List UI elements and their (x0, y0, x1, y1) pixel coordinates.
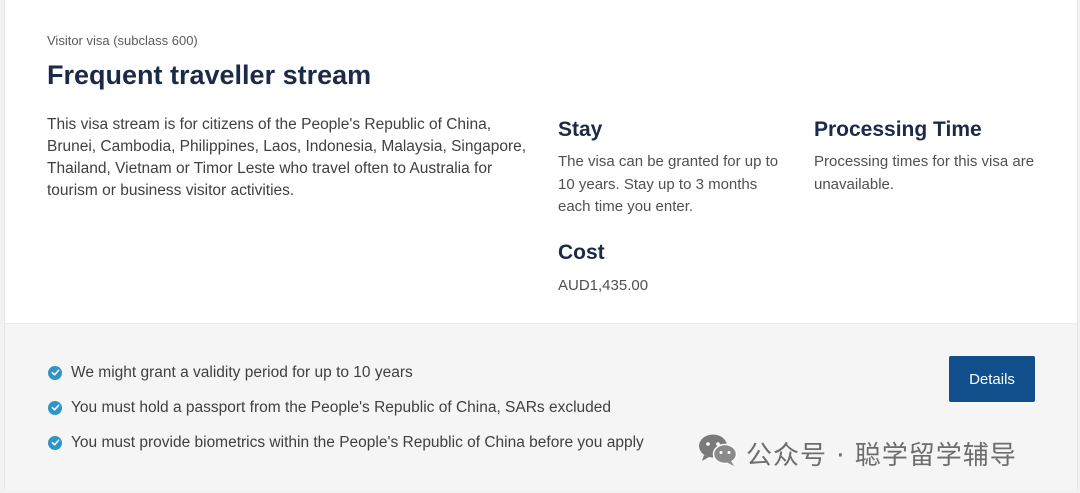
cost-value: AUD1,435.00 (558, 277, 649, 294)
stay-section: Stay The visa can be granted for up to 1… (558, 118, 788, 219)
stay-heading: Stay (558, 118, 603, 141)
stream-description: This visa stream is for citizens of the … (47, 116, 527, 199)
check-circle-icon (48, 365, 62, 380)
cost-section: Cost AUD1,435.00 (558, 241, 788, 298)
check-circle-icon (48, 435, 62, 450)
processing-time-text: Processing times for this visa are unava… (814, 153, 1035, 193)
requirement-item: You must provide biometrics within the P… (48, 425, 644, 460)
requirements-panel: We might grant a validity period for up … (5, 323, 1077, 491)
requirements-list: We might grant a validity period for up … (48, 355, 644, 460)
requirement-item: You must hold a passport from the People… (48, 390, 644, 425)
requirement-item: We might grant a validity period for up … (48, 355, 644, 390)
processing-time-section: Processing Time Processing times for thi… (814, 118, 1054, 196)
requirement-text: We might grant a validity period for up … (71, 363, 413, 381)
visa-summary: Visitor visa (subclass 600) Frequent tra… (5, 0, 1077, 323)
check-circle-icon (48, 400, 62, 415)
cost-heading: Cost (558, 241, 605, 264)
stream-title: Frequent traveller stream (47, 60, 372, 90)
wechat-icon (698, 433, 738, 474)
requirement-text: You must hold a passport from the People… (71, 398, 612, 416)
processing-time-heading: Processing Time (814, 118, 982, 141)
details-button[interactable]: Details (949, 356, 1035, 402)
watermark-text: 公众号 · 聪学留学辅导 (746, 441, 1017, 471)
requirement-text: You must provide biometrics within the P… (71, 433, 644, 451)
stay-text: The visa can be granted for up to 10 yea… (558, 153, 779, 215)
visa-subclass-label: Visitor visa (subclass 600) (47, 33, 198, 48)
visa-card: Visitor visa (subclass 600) Frequent tra… (4, 0, 1078, 491)
watermark: 公众号 · 聪学留学辅导 (698, 433, 1017, 474)
